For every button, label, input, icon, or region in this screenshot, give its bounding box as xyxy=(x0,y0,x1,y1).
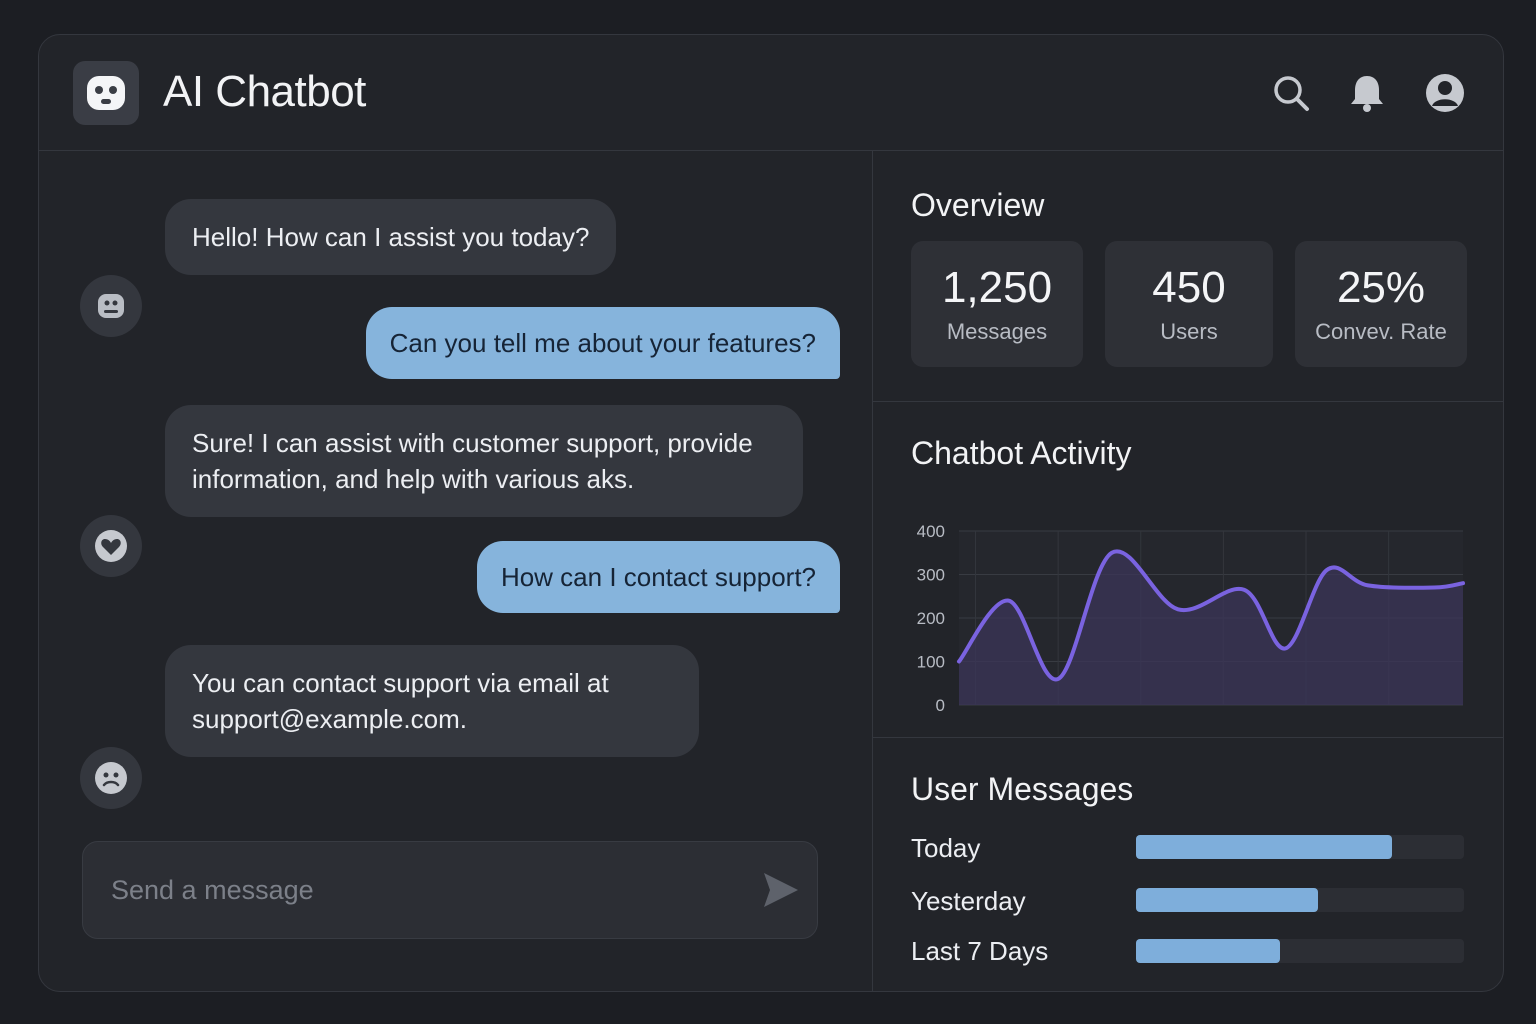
bot-avatar-icon xyxy=(80,275,142,337)
y-tick-label: 100 xyxy=(917,653,945,672)
usage-bar-last-7-days xyxy=(1136,939,1464,963)
usage-bar-today xyxy=(1136,835,1464,859)
stat-card-conversion-rate: 25% Convev. Rate xyxy=(1295,241,1467,367)
send-icon[interactable] xyxy=(761,870,801,910)
stat-value: 450 xyxy=(1152,263,1226,312)
overview-title: Overview xyxy=(911,187,1045,223)
stat-label: Convev. Rate xyxy=(1315,319,1447,344)
app-title: AI Chatbot xyxy=(163,67,366,116)
divider xyxy=(873,401,1503,402)
usage-label-last-7-days: Last 7 Days xyxy=(911,936,1049,966)
bell-icon[interactable] xyxy=(1347,73,1387,113)
y-tick-label: 400 xyxy=(917,522,945,541)
stat-value: 25% xyxy=(1336,263,1426,312)
stat-label: Users xyxy=(1160,319,1218,344)
chat-panel: Hello! How can I assist you today? Can y… xyxy=(39,151,873,991)
bot-message: Hello! How can I assist you today? xyxy=(165,199,617,275)
message-input[interactable] xyxy=(111,868,731,912)
user-account-icon[interactable] xyxy=(1425,73,1465,113)
divider xyxy=(873,737,1503,738)
stat-label: Messages xyxy=(946,319,1048,344)
activity-title: Chatbot Activity xyxy=(911,435,1132,471)
usage-bar-fill xyxy=(1136,939,1281,963)
bot-message: You can contact support via email at sup… xyxy=(165,645,699,757)
bot-message: Sure! I can assist with customer support… xyxy=(165,405,803,517)
app-window: AI Chatbot Hello! How can I assist you t… xyxy=(38,34,1504,992)
message-composer xyxy=(82,841,818,939)
stat-card-users: 450 Users xyxy=(1105,241,1273,367)
search-icon[interactable] xyxy=(1271,73,1311,113)
usage-label-yesterday: Yesterday xyxy=(911,886,1026,916)
user-messages-title: User Messages xyxy=(911,771,1134,807)
y-tick-label: 300 xyxy=(917,566,945,585)
dashboard-panel: Overview 1,250 Messages 450 Users 25% Co… xyxy=(873,151,1503,991)
bot-logo-icon xyxy=(73,61,139,125)
y-tick-label: 200 xyxy=(917,609,945,628)
activity-chart: 0100200300400MonTueWedThuFriSun xyxy=(917,522,1465,715)
user-message: How can I contact support? xyxy=(476,541,840,613)
user-message: Can you tell me about your features? xyxy=(365,307,840,379)
header: AI Chatbot xyxy=(39,35,1503,151)
stat-value: 1,250 xyxy=(941,263,1053,312)
y-tick-label: 0 xyxy=(936,696,945,715)
usage-label-today: Today xyxy=(911,833,981,863)
usage-bar-yesterday xyxy=(1136,888,1464,912)
heart-avatar-icon xyxy=(80,515,142,577)
usage-bar-fill xyxy=(1136,888,1319,912)
bot-avatar-icon xyxy=(80,747,142,809)
usage-bar-fill xyxy=(1136,835,1392,859)
stat-card-messages: 1,250 Messages xyxy=(911,241,1083,367)
